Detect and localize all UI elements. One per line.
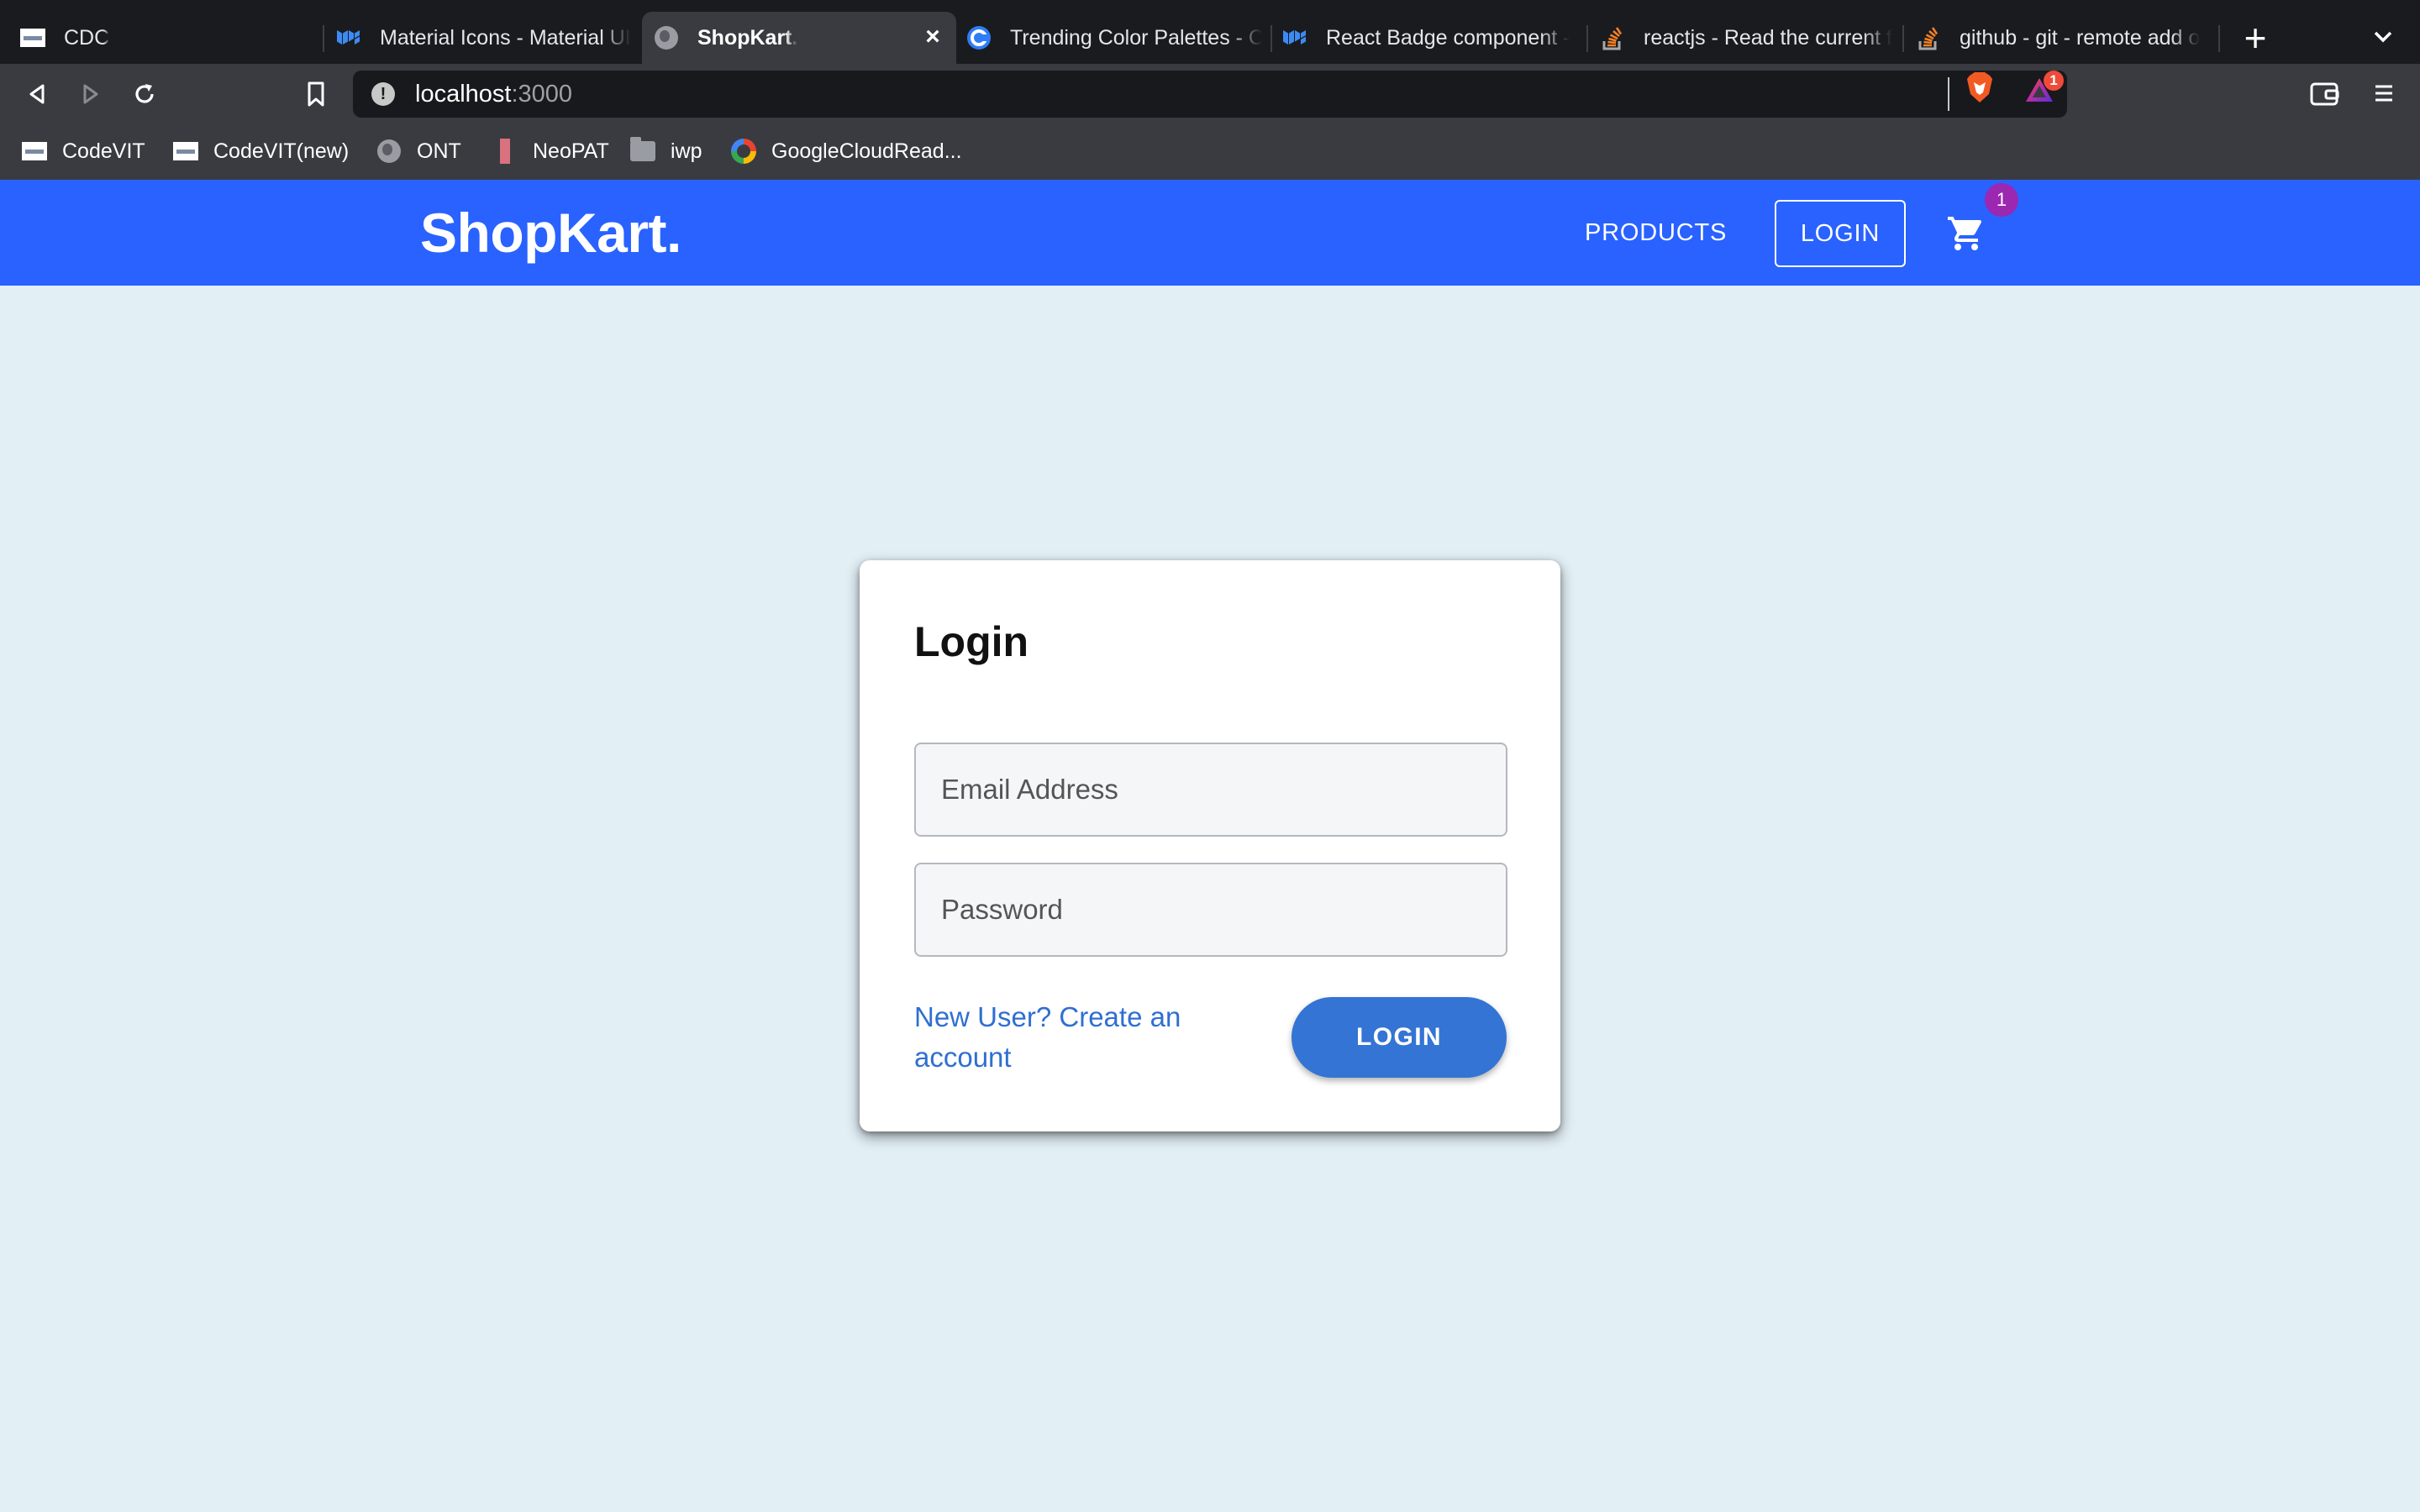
url-port: :3000 [511, 80, 573, 108]
nav-products-link[interactable]: PRODUCTS [1585, 210, 1727, 255]
mui-logo-icon [1282, 25, 1307, 50]
login-submit-button[interactable]: LOGIN [1292, 997, 1507, 1078]
tab-title: Trending Color Palettes - C [1010, 25, 1262, 50]
tab-strip: CDC Material Icons - Material UI ShopKar… [0, 0, 2420, 64]
tab-title: reactjs - Read the current f [1644, 25, 1892, 50]
tab-separator [1586, 25, 1588, 52]
bookmark-label: NeoPAT [533, 139, 609, 163]
password-field[interactable] [914, 863, 1507, 957]
bookmark-iwp[interactable]: iwp [630, 136, 702, 166]
app-header: ShopKart. PRODUCTS LOGIN 1 [0, 180, 2420, 286]
bookmark-icon[interactable] [297, 76, 334, 113]
tab-github-git[interactable]: github - git - remote add o [1916, 12, 2212, 64]
bookmarks-bar: CodeVIT CodeVIT(new) ONT NeoPAT iwp Goog… [0, 123, 2420, 180]
bookmark-googlecloudread[interactable]: GoogleCloudRead... [731, 136, 962, 166]
brand-logo[interactable]: ShopKart. [420, 200, 681, 265]
tab-react-badge[interactable]: React Badge component - [1282, 12, 1580, 64]
bookmark-label: iwp [671, 139, 702, 163]
neopat-icon [492, 139, 518, 164]
chevron-down-icon[interactable] [2368, 20, 2398, 54]
reload-icon[interactable] [126, 76, 163, 113]
tab-separator [323, 25, 324, 52]
tab-separator [2218, 25, 2220, 52]
globe-icon [654, 25, 679, 50]
stackoverflow-icon [1916, 25, 1941, 50]
bookmark-codevit-new[interactable]: CodeVIT(new) [173, 136, 349, 166]
rewards-count-badge: 1 [2044, 71, 2064, 91]
tab-shopkart[interactable]: ShopKart. × [642, 12, 956, 64]
tab-title: Material Icons - Material UI [380, 25, 631, 50]
email-field[interactable] [914, 743, 1507, 837]
wallet-icon[interactable] [2309, 81, 2341, 108]
forward-icon[interactable] [72, 76, 109, 113]
tab-material-icons[interactable]: Material Icons - Material UI [336, 12, 632, 64]
browser-toolbar: ! localhost:3000 1 [0, 64, 2420, 123]
tab-title: React Badge component - [1326, 25, 1570, 50]
folder-icon [630, 137, 655, 164]
browser-chrome: CDC Material Icons - Material UI ShopKar… [0, 0, 2420, 180]
tab-title: github - git - remote add o [1960, 25, 2201, 50]
site-info-icon[interactable]: ! [371, 82, 395, 106]
password-input[interactable] [939, 893, 1506, 927]
site-favicon-icon [22, 139, 47, 164]
close-tab-icon[interactable]: × [918, 22, 948, 52]
email-input[interactable] [939, 773, 1506, 806]
hamburger-menu-icon[interactable] [2371, 81, 2396, 106]
tab-reactjs[interactable]: reactjs - Read the current f [1600, 12, 1896, 64]
tab-title: ShopKart. [697, 25, 798, 50]
create-account-link[interactable]: New User? Create an account [914, 997, 1234, 1078]
nav-login-button[interactable]: LOGIN [1775, 200, 1906, 267]
bookmark-neopat[interactable]: NeoPAT [492, 136, 609, 166]
cart-count-badge: 1 [1985, 183, 2018, 217]
back-icon[interactable] [18, 76, 55, 113]
tab-separator [1270, 25, 1272, 52]
tab-cdc[interactable]: CDC [20, 12, 306, 64]
bookmark-label: CodeVIT [62, 139, 145, 163]
site-favicon-icon [173, 139, 198, 164]
bookmark-label: CodeVIT(new) [213, 139, 350, 163]
new-tab-icon[interactable]: + [2238, 17, 2272, 59]
tab-title: CDC [64, 25, 110, 50]
tab-color-palettes[interactable]: Trending Color Palettes - C [966, 12, 1262, 64]
bookmark-codevit[interactable]: CodeVIT [22, 136, 145, 166]
coolors-icon [966, 25, 992, 50]
address-divider [1948, 77, 1949, 111]
login-title: Login [914, 618, 1029, 665]
globe-icon [376, 139, 402, 164]
mui-logo-icon [336, 25, 361, 50]
url-host: localhost [415, 80, 512, 108]
bookmark-label: ONT [417, 139, 461, 163]
bookmark-label: GoogleCloudRead... [771, 139, 962, 163]
login-card: Login New User? Create an account LOGIN [860, 560, 1560, 1131]
address-bar[interactable]: ! localhost:3000 [353, 71, 2067, 118]
tab-separator [1902, 25, 1904, 52]
site-favicon-icon [20, 25, 45, 50]
brave-shields-icon[interactable] [1965, 71, 1995, 104]
google-icon [731, 139, 756, 164]
bookmark-ont[interactable]: ONT [376, 136, 461, 166]
stackoverflow-icon [1600, 25, 1625, 50]
shopping-cart-icon[interactable] [1946, 213, 1986, 254]
